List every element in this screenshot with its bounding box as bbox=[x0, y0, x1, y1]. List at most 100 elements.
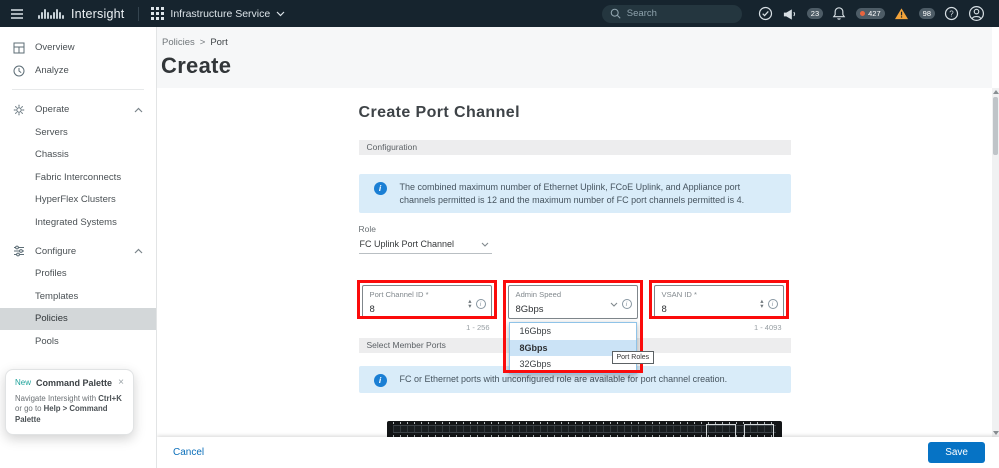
sidebar-item-pools[interactable]: Pools bbox=[0, 330, 156, 353]
page-header: Policies > Port Create bbox=[157, 27, 992, 88]
announcements-icon[interactable] bbox=[782, 7, 797, 21]
brand-title: Intersight bbox=[71, 6, 125, 21]
number-stepper[interactable]: ▴ ▾ bbox=[468, 298, 471, 310]
user-avatar[interactable] bbox=[968, 5, 985, 22]
sidebar-item-label: Fabric Interconnects bbox=[35, 171, 122, 183]
field-info-icon[interactable]: i bbox=[767, 299, 778, 309]
global-search[interactable] bbox=[601, 4, 742, 23]
vertical-scrollbar[interactable] bbox=[992, 88, 999, 437]
new-badge: New bbox=[15, 378, 32, 387]
sidebar-item-templates[interactable]: Templates bbox=[0, 285, 156, 308]
apps-grid-icon bbox=[151, 7, 165, 20]
stepper-down-icon[interactable]: ▾ bbox=[760, 303, 763, 310]
field-info-icon[interactable]: i bbox=[621, 299, 632, 309]
scroll-up-arrow-icon[interactable] bbox=[992, 90, 999, 94]
sidebar-item-integrated-systems[interactable]: Integrated Systems bbox=[0, 211, 156, 234]
configure-sliders-icon bbox=[12, 245, 25, 257]
cisco-logo bbox=[38, 8, 64, 19]
sidebar-group-configure[interactable]: Configure bbox=[0, 240, 156, 263]
sidebar-item-label: Integrated Systems bbox=[35, 216, 117, 228]
option-16gbps[interactable]: 16Gbps bbox=[510, 323, 636, 340]
admin-speed-label: Admin Speed bbox=[515, 290, 562, 299]
number-stepper[interactable]: ▴ ▾ bbox=[760, 298, 763, 310]
topbar-divider bbox=[138, 6, 140, 21]
role-select[interactable]: FC Uplink Port Channel bbox=[358, 237, 492, 254]
info-icon: i bbox=[373, 182, 387, 195]
analyze-icon bbox=[12, 65, 25, 77]
command-palette-title: Command Palette bbox=[36, 377, 113, 388]
wizard-title: Create Port Channel bbox=[358, 104, 520, 121]
sidebar-item-label: Policies bbox=[35, 313, 68, 325]
stepper-down-icon[interactable]: ▾ bbox=[468, 303, 471, 310]
alarms-bell-icon[interactable] bbox=[832, 6, 846, 21]
breadcrumb-separator: > bbox=[199, 37, 206, 48]
vsan-id-label: VSAN ID * bbox=[661, 290, 697, 299]
sidebar-item-policies[interactable]: Policies bbox=[0, 307, 156, 330]
health-check-icon[interactable] bbox=[758, 6, 773, 21]
save-button[interactable]: Save bbox=[928, 442, 985, 463]
sidebar-item-servers[interactable]: Servers bbox=[0, 121, 156, 144]
sidebar-item-label: Analyze bbox=[35, 65, 69, 76]
warnings-badge[interactable]: 98 bbox=[918, 8, 935, 19]
wizard-panel: Create Port Channel Configuration i The … bbox=[157, 88, 992, 468]
warnings-triangle-icon[interactable] bbox=[894, 7, 909, 20]
field-info-icon[interactable]: i bbox=[475, 299, 486, 309]
cancel-button[interactable]: Cancel bbox=[173, 447, 204, 458]
sidebar-item-overview[interactable]: Overview bbox=[0, 36, 156, 59]
alarms-badge[interactable]: 427 bbox=[856, 8, 885, 19]
sidebar-item-label: Overview bbox=[35, 42, 75, 53]
chevron-down-icon[interactable] bbox=[610, 302, 618, 307]
role-value: FC Uplink Port Channel bbox=[359, 239, 455, 249]
sidebar-item-label: Chassis bbox=[35, 149, 69, 161]
vsan-id-input[interactable] bbox=[661, 304, 761, 315]
port-channel-id-field[interactable]: Port Channel ID * ▴ ▾ i bbox=[361, 285, 492, 319]
sidebar-item-label: Servers bbox=[35, 126, 68, 138]
menu-hamburger-icon[interactable] bbox=[10, 8, 28, 20]
scrollbar-thumb[interactable] bbox=[993, 97, 998, 155]
command-palette-text-prefix: Navigate Intersight with bbox=[15, 393, 99, 403]
info-alert-text: FC or Ethernet ports with unconfigured r… bbox=[399, 374, 728, 384]
service-menu-label: Infrastructure Service bbox=[170, 7, 271, 20]
admin-speed-dropdown: 16Gbps 8Gbps 32Gbps bbox=[508, 322, 637, 374]
svg-text:?: ? bbox=[949, 9, 954, 18]
sidebar-item-profiles[interactable]: Profiles bbox=[0, 263, 156, 286]
vsan-id-range: 1 - 4093 bbox=[753, 323, 782, 332]
chevron-down-icon bbox=[481, 242, 489, 247]
sidebar-item-label: Pools bbox=[35, 335, 59, 347]
scroll-down-arrow-icon[interactable] bbox=[992, 431, 999, 435]
command-palette-text-mid: or go to bbox=[15, 404, 44, 413]
vsan-id-field[interactable]: VSAN ID * ▴ ▾ i bbox=[653, 285, 784, 319]
admin-speed-value[interactable] bbox=[515, 304, 610, 315]
announcements-badge[interactable]: 23 bbox=[806, 8, 824, 19]
port-channel-id-input[interactable] bbox=[369, 304, 469, 315]
sidebar-nav: Overview Analyze Operate Servers Chassis… bbox=[0, 27, 157, 468]
sidebar-item-chassis[interactable]: Chassis bbox=[0, 144, 156, 167]
sidebar-item-analyze[interactable]: Analyze bbox=[0, 59, 156, 82]
role-label: Role bbox=[358, 224, 376, 234]
section-configuration: Configuration bbox=[358, 140, 791, 155]
search-input[interactable] bbox=[626, 8, 727, 19]
close-icon[interactable]: × bbox=[118, 377, 124, 387]
help-icon[interactable]: ? bbox=[944, 6, 959, 21]
main-content: Policies > Port Create Create Port Chann… bbox=[157, 27, 999, 468]
service-selector[interactable]: Infrastructure Service bbox=[151, 7, 285, 20]
info-alert-max-channels: i The combined maximum number of Etherne… bbox=[358, 174, 791, 213]
sidebar-group-label: Configure bbox=[35, 245, 77, 257]
info-icon: i bbox=[373, 374, 387, 387]
critical-dot-icon bbox=[860, 11, 866, 16]
port-channel-id-label: Port Channel ID * bbox=[369, 290, 429, 299]
sidebar-item-fabric-interconnects[interactable]: Fabric Interconnects bbox=[0, 166, 156, 189]
search-icon bbox=[610, 8, 621, 19]
command-palette-card: New Command Palette × Navigate Intersigh… bbox=[5, 368, 134, 435]
sidebar-item-label: Profiles bbox=[35, 268, 67, 280]
chevron-up-icon bbox=[134, 107, 143, 113]
admin-speed-field[interactable]: Admin Speed i bbox=[507, 285, 638, 319]
port-roles-tooltip: Port Roles bbox=[611, 351, 655, 364]
sidebar-group-operate[interactable]: Operate bbox=[0, 98, 156, 121]
breadcrumb-policies[interactable]: Policies bbox=[162, 37, 195, 48]
breadcrumb: Policies > Port bbox=[157, 27, 992, 48]
command-palette-text: Navigate Intersight with Ctrl+K or go to… bbox=[15, 394, 124, 426]
chevron-down-icon bbox=[276, 11, 285, 16]
sidebar-item-hyperflex-clusters[interactable]: HyperFlex Clusters bbox=[0, 189, 156, 212]
overview-icon bbox=[12, 42, 25, 54]
